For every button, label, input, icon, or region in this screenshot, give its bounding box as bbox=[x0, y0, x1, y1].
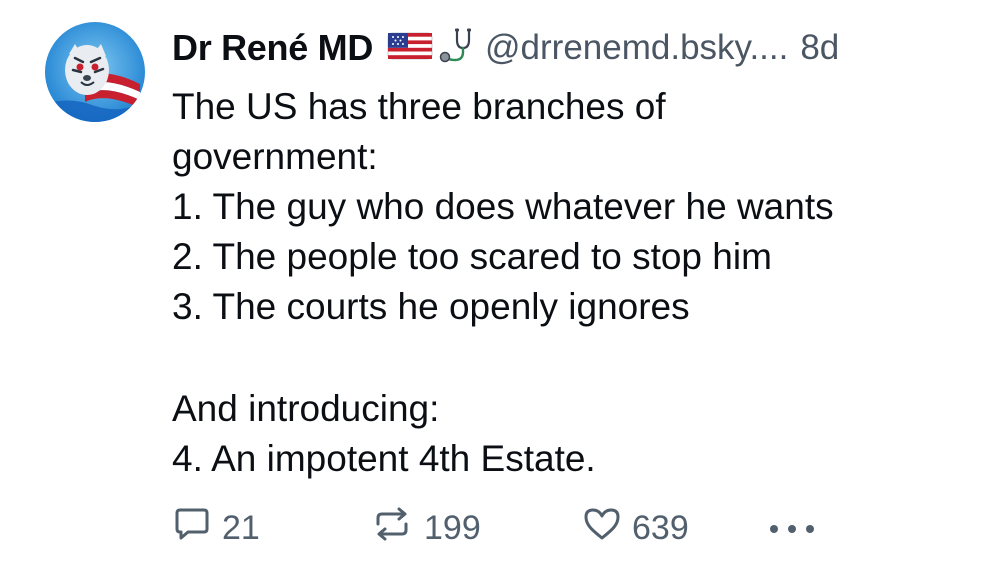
avatar[interactable] bbox=[45, 22, 145, 122]
reply-button[interactable]: 21 bbox=[172, 504, 370, 553]
repost-button[interactable]: 199 bbox=[370, 504, 582, 553]
post-text-blank-line bbox=[172, 332, 987, 384]
heart-icon bbox=[582, 504, 622, 553]
post-actions: 21 199 639 bbox=[172, 503, 832, 553]
display-name[interactable]: Dr René MD bbox=[172, 27, 373, 69]
post-content: Dr René MD @drrenemd.bsky.... 8d The US … bbox=[172, 20, 987, 484]
post-header: Dr René MD @drrenemd.bsky.... 8d bbox=[172, 20, 987, 76]
like-count: 639 bbox=[632, 508, 689, 547]
tiger-flag-avatar-icon bbox=[45, 22, 145, 122]
like-button[interactable]: 639 bbox=[582, 504, 762, 553]
us-flag-icon bbox=[387, 30, 433, 67]
ellipsis-icon bbox=[766, 509, 818, 548]
post-text-line: 4. An impotent 4th Estate. bbox=[172, 438, 596, 479]
author-handle[interactable]: @drrenemd.bsky.... bbox=[485, 28, 788, 68]
more-options-button[interactable] bbox=[766, 509, 828, 548]
post-timestamp[interactable]: 8d bbox=[800, 28, 839, 68]
post-text-line: 1. The guy who does whatever he wants bbox=[172, 186, 834, 227]
reply-icon bbox=[172, 504, 212, 553]
post-text-line: 3. The courts he openly ignores bbox=[172, 286, 690, 327]
reply-count: 21 bbox=[222, 508, 260, 547]
post-text-line: The US has three branches of bbox=[172, 86, 666, 127]
post-card[interactable]: Dr René MD @drrenemd.bsky.... 8d The US … bbox=[0, 0, 1000, 586]
post-text-line: government: bbox=[172, 136, 378, 177]
stethoscope-icon bbox=[435, 26, 475, 71]
repost-count: 199 bbox=[424, 508, 481, 547]
post-text-line: And introducing: bbox=[172, 388, 440, 429]
post-text-line: 2. The people too scared to stop him bbox=[172, 236, 772, 277]
repost-icon bbox=[370, 504, 414, 553]
post-text: The US has three branches of government:… bbox=[172, 82, 987, 484]
